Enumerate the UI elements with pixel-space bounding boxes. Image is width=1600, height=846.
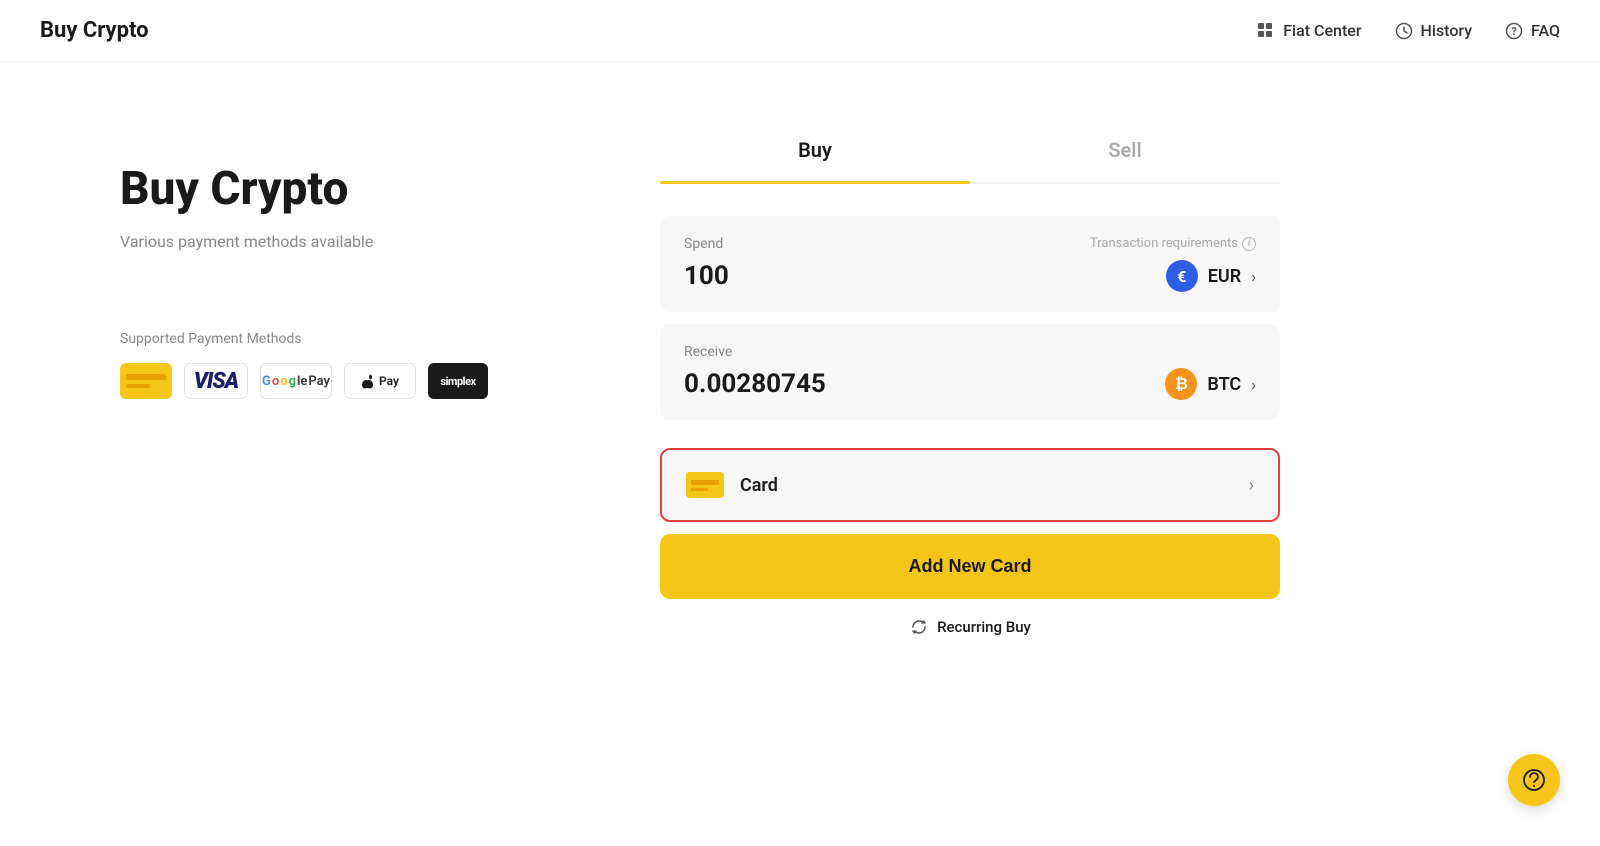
left-subtitle: Various payment methods available — [120, 232, 600, 251]
left-heading: Buy Crypto — [120, 162, 600, 216]
payment-method-left: Card — [686, 472, 778, 498]
card-sm-stripe-2 — [691, 488, 708, 491]
spend-field-header: Spend Transaction requirements i — [684, 236, 1256, 260]
payment-methods-label: Supported Payment Methods — [120, 331, 600, 347]
grid-icon — [1256, 21, 1276, 41]
receive-value: 0.00280745 — [684, 369, 826, 399]
gpay-o: o — [272, 374, 279, 389]
recurring-buy[interactable]: Recurring Buy — [660, 617, 1280, 637]
payment-logos: VISA G o o g le Pay Pay simpl — [120, 363, 600, 399]
header: Buy Crypto Fiat Center History — [0, 0, 1600, 62]
card-stripe-2 — [126, 384, 150, 388]
page-title: Buy Crypto — [40, 18, 149, 43]
btc-icon: ₿ — [1165, 368, 1197, 400]
history-icon — [1394, 21, 1414, 41]
btc-chevron-icon: › — [1251, 375, 1256, 394]
recurring-icon — [909, 617, 929, 637]
eur-name: EUR — [1208, 266, 1241, 287]
gpay-g2: g — [289, 374, 296, 389]
spend-field-row: 100 € EUR › — [684, 260, 1256, 292]
payment-method-name: Card — [740, 475, 778, 496]
card-payment-logo — [120, 363, 172, 399]
main-content: Buy Crypto Various payment methods avail… — [0, 62, 1600, 838]
left-panel: Buy Crypto Various payment methods avail… — [120, 122, 600, 798]
tx-req-label: Transaction requirements i — [1090, 236, 1256, 251]
nav-history-label: History — [1421, 21, 1473, 40]
spend-label: Spend — [684, 236, 723, 252]
tab-buy[interactable]: Buy — [660, 122, 970, 182]
gpay-pay: Pay — [308, 374, 330, 389]
gpay-g: G — [262, 374, 271, 389]
header-nav: Fiat Center History ? FAQ — [1256, 21, 1560, 41]
card-icon — [120, 363, 172, 399]
payment-chevron-icon: › — [1249, 475, 1254, 496]
add-card-button[interactable]: Add New Card — [660, 534, 1280, 599]
info-icon[interactable]: i — [1242, 237, 1256, 251]
eur-currency-selector[interactable]: € EUR › — [1166, 260, 1256, 292]
visa-payment-logo: VISA — [184, 363, 248, 399]
receive-label: Receive — [684, 344, 1256, 360]
recurring-buy-label: Recurring Buy — [937, 618, 1031, 636]
gpay-o2: o — [280, 374, 287, 389]
receive-field: Receive 0.00280745 ₿ BTC › — [660, 324, 1280, 420]
btc-name: BTC — [1207, 374, 1241, 395]
nav-history[interactable]: History — [1394, 21, 1473, 41]
simplex-text: simplex — [440, 375, 475, 388]
tabs: Buy Sell — [660, 122, 1280, 184]
eur-chevron-icon: › — [1251, 267, 1256, 286]
gpay-le: le — [297, 374, 307, 389]
eur-icon: € — [1166, 260, 1198, 292]
card-stripe-1 — [126, 374, 166, 380]
card-icon-small — [686, 472, 724, 498]
nav-fiat-center[interactable]: Fiat Center — [1256, 21, 1361, 41]
question-icon: ? — [1504, 21, 1524, 41]
applepay-text: Pay — [379, 374, 399, 388]
right-panel: Buy Sell Spend Transaction requirements … — [660, 122, 1280, 798]
card-sm-stripe-1 — [691, 480, 719, 485]
gpay-payment-logo: G o o g le Pay — [260, 363, 332, 399]
nav-fiat-center-label: Fiat Center — [1283, 21, 1361, 40]
payment-method-row[interactable]: Card › — [662, 450, 1278, 520]
svg-text:?: ? — [1511, 25, 1517, 38]
tab-sell[interactable]: Sell — [970, 122, 1280, 182]
btc-currency-selector[interactable]: ₿ BTC › — [1165, 368, 1256, 400]
simplex-payment-logo: simplex — [428, 363, 488, 399]
applepay-payment-logo: Pay — [344, 363, 416, 399]
spend-value[interactable]: 100 — [684, 261, 729, 291]
visa-text: VISA — [194, 369, 238, 394]
nav-faq-label: FAQ — [1531, 21, 1560, 40]
payment-method-card[interactable]: Card › — [660, 448, 1280, 522]
spend-field: Spend Transaction requirements i 100 € E… — [660, 216, 1280, 312]
nav-faq[interactable]: ? FAQ — [1504, 21, 1560, 41]
receive-field-row: 0.00280745 ₿ BTC › — [684, 368, 1256, 400]
support-button[interactable] — [1508, 754, 1560, 806]
